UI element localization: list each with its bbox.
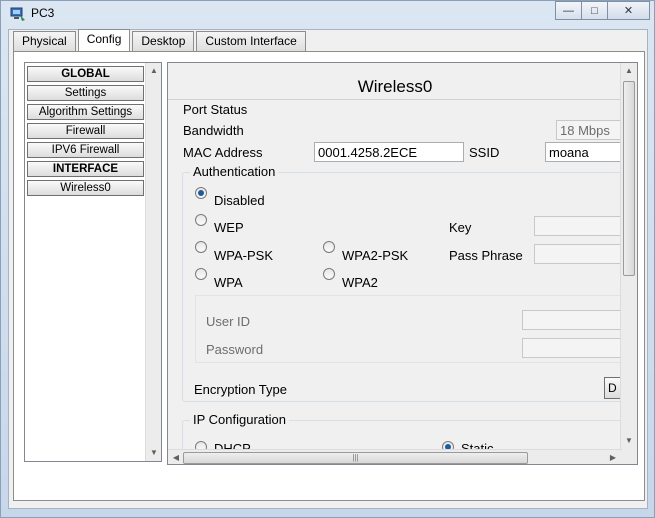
password-field[interactable]: [522, 338, 626, 358]
user-id-label: User ID: [206, 314, 251, 329]
tab-desktop[interactable]: Desktop: [132, 31, 195, 51]
minimize-button[interactable]: —: [555, 1, 582, 20]
pc3-window: PC3 — □ ✕ Physical Config Desktop Custom…: [0, 0, 655, 518]
password-label: Password: [206, 342, 264, 357]
mac-address-label: MAC Address: [183, 145, 263, 160]
auth-wpa-psk-radio[interactable]: [195, 241, 207, 253]
ssid-field[interactable]: moana: [545, 142, 625, 162]
pass-phrase-label: Pass Phrase: [449, 248, 523, 263]
key-label: Key: [449, 220, 472, 235]
sidebar-item-ipv6-firewall[interactable]: IPV6 Firewall: [27, 142, 144, 158]
port-status-label: Port Status: [183, 102, 248, 117]
minimize-icon: —: [563, 4, 574, 17]
authentication-title: Authentication: [190, 164, 279, 179]
sidebar-header-interface[interactable]: INTERFACE: [27, 161, 144, 177]
sidebar-scrollbar[interactable]: ▲ ▼: [145, 63, 161, 461]
sidebar-item-settings[interactable]: Settings: [27, 85, 144, 101]
config-sidebar: GLOBAL Settings Algorithm Settings Firew…: [24, 62, 162, 462]
bandwidth-label: Bandwidth: [183, 123, 244, 138]
bandwidth-field[interactable]: 18 Mbps: [556, 120, 626, 140]
tab-physical[interactable]: Physical: [13, 31, 76, 51]
auth-wpa2-label: WPA2: [342, 275, 378, 290]
tab-custom-interface[interactable]: Custom Interface: [196, 31, 306, 51]
tab-bar: Physical Config Desktop Custom Interface: [13, 29, 308, 51]
title-bar[interactable]: PC3 — □ ✕: [1, 1, 655, 27]
auth-disabled-label: Disabled: [214, 193, 265, 208]
key-field[interactable]: [534, 216, 626, 236]
auth-wpa-label: WPA: [214, 275, 243, 290]
sidebar-header-global[interactable]: GLOBAL: [27, 66, 144, 82]
window-title: PC3: [31, 6, 55, 20]
auth-wep-label: WEP: [214, 220, 244, 235]
pass-phrase-field[interactable]: [534, 244, 626, 264]
scroll-up-icon[interactable]: ▲: [621, 63, 637, 79]
auth-wpa2-radio[interactable]: [323, 268, 335, 280]
scroll-down-icon[interactable]: ▼: [146, 445, 162, 461]
close-button[interactable]: ✕: [607, 1, 650, 20]
scroll-down-icon[interactable]: ▼: [621, 433, 637, 449]
auth-wep-radio[interactable]: [195, 214, 207, 226]
ssid-label: SSID: [469, 145, 500, 160]
packet-tracer-pc-icon: [10, 7, 25, 21]
auth-wpa-psk-label: WPA-PSK: [214, 248, 273, 263]
horizontal-scroll-thumb[interactable]: |||: [183, 452, 528, 464]
scroll-left-icon[interactable]: ◀: [168, 450, 184, 464]
auth-wpa2-psk-label: WPA2-PSK: [342, 248, 409, 263]
title-divider: [168, 99, 622, 100]
maximize-icon: □: [591, 4, 598, 17]
sidebar-item-wireless0[interactable]: Wireless0: [27, 180, 144, 196]
tab-config[interactable]: Config: [77, 29, 131, 51]
auth-wpa2-psk-radio[interactable]: [323, 241, 335, 253]
encryption-type-label: Encryption Type: [194, 382, 287, 397]
scrollbar-corner: [622, 449, 637, 464]
pane-vertical-scrollbar[interactable]: ▲ ▼: [620, 63, 637, 449]
config-tab-panel: GLOBAL Settings Algorithm Settings Firew…: [13, 51, 645, 501]
client-area: Physical Config Desktop Custom Interface…: [8, 29, 648, 509]
auth-wpa-radio[interactable]: [195, 268, 207, 280]
scroll-up-icon[interactable]: ▲: [146, 63, 162, 79]
close-icon: ✕: [623, 5, 634, 17]
page-title: Wireless0: [357, 77, 433, 96]
wireless0-settings-pane: Wireless0 Port Status Bandwidth 18 Mbps …: [167, 62, 638, 465]
scroll-right-icon[interactable]: ▶: [605, 450, 621, 464]
sidebar-item-algorithm-settings[interactable]: Algorithm Settings: [27, 104, 144, 120]
auth-disabled-radio[interactable]: [195, 187, 207, 199]
user-id-field[interactable]: [522, 310, 626, 330]
pane-horizontal-scrollbar[interactable]: ◀ ||| ▶: [168, 449, 622, 464]
maximize-button[interactable]: □: [581, 1, 608, 20]
sidebar-item-firewall[interactable]: Firewall: [27, 123, 144, 139]
vertical-scroll-thumb[interactable]: [623, 81, 635, 276]
ip-configuration-title: IP Configuration: [190, 412, 289, 427]
mac-address-field[interactable]: 0001.4258.2ECE: [314, 142, 464, 162]
